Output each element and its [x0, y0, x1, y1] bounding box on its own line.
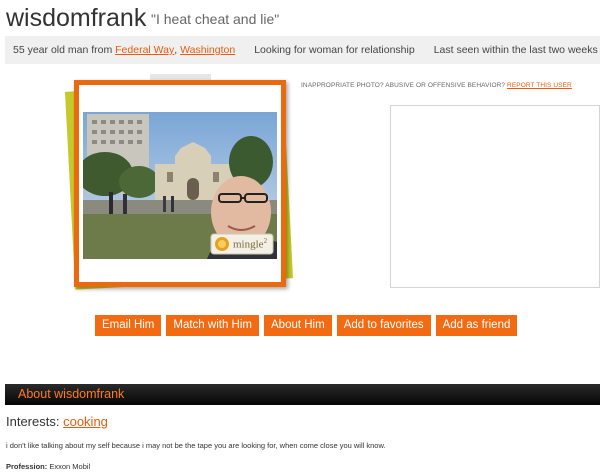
- city-link[interactable]: Federal Way: [115, 44, 174, 56]
- profile-tagline: "I heat cheat and lie": [151, 11, 280, 27]
- side-panel: [390, 105, 600, 288]
- profile-info-bar: 55 year old man from Federal Way, Washin…: [5, 36, 600, 64]
- interest-cooking-link[interactable]: cooking: [63, 414, 108, 429]
- about-section-header: About wisdomfrank: [5, 384, 600, 405]
- profile-username: wisdomfrank: [6, 4, 147, 32]
- looking-for-text: Looking for woman for relationship: [254, 44, 415, 56]
- interests-label: Interests:: [6, 414, 60, 429]
- add-to-favorites-button[interactable]: Add to favorites: [336, 315, 431, 336]
- state-link[interactable]: Washington: [180, 44, 235, 56]
- mingle-watermark-text: mingle2: [233, 237, 268, 251]
- about-description: i don't like talking about my self becau…: [6, 441, 386, 450]
- profession-row: Profession: Exxon Mobil: [6, 462, 90, 471]
- profession-value: Exxon Mobil: [49, 462, 91, 471]
- match-with-him-button[interactable]: Match with Him: [166, 315, 259, 336]
- add-as-friend-button[interactable]: Add as friend: [435, 315, 518, 336]
- location-comma: ,: [174, 44, 178, 56]
- age-gender-text: 55 year old man from: [13, 44, 113, 56]
- profile-photo[interactable]: mingle2: [83, 112, 277, 259]
- about-him-button[interactable]: About Him: [264, 315, 332, 336]
- action-buttons: Email Him Match with Him About Him Add t…: [95, 315, 518, 336]
- last-seen-text: Last seen within the last two weeks: [433, 44, 598, 56]
- report-line: INAPPROPRIATE PHOTO? ABUSIVE OR OFFENSIV…: [301, 82, 572, 89]
- interests-row: Interests: cooking: [6, 414, 108, 429]
- profession-label: Profession:: [6, 462, 48, 471]
- report-user-link[interactable]: REPORT THIS USER: [507, 82, 572, 89]
- report-question: INAPPROPRIATE PHOTO? ABUSIVE OR OFFENSIV…: [301, 82, 506, 89]
- email-him-button[interactable]: Email Him: [95, 315, 162, 336]
